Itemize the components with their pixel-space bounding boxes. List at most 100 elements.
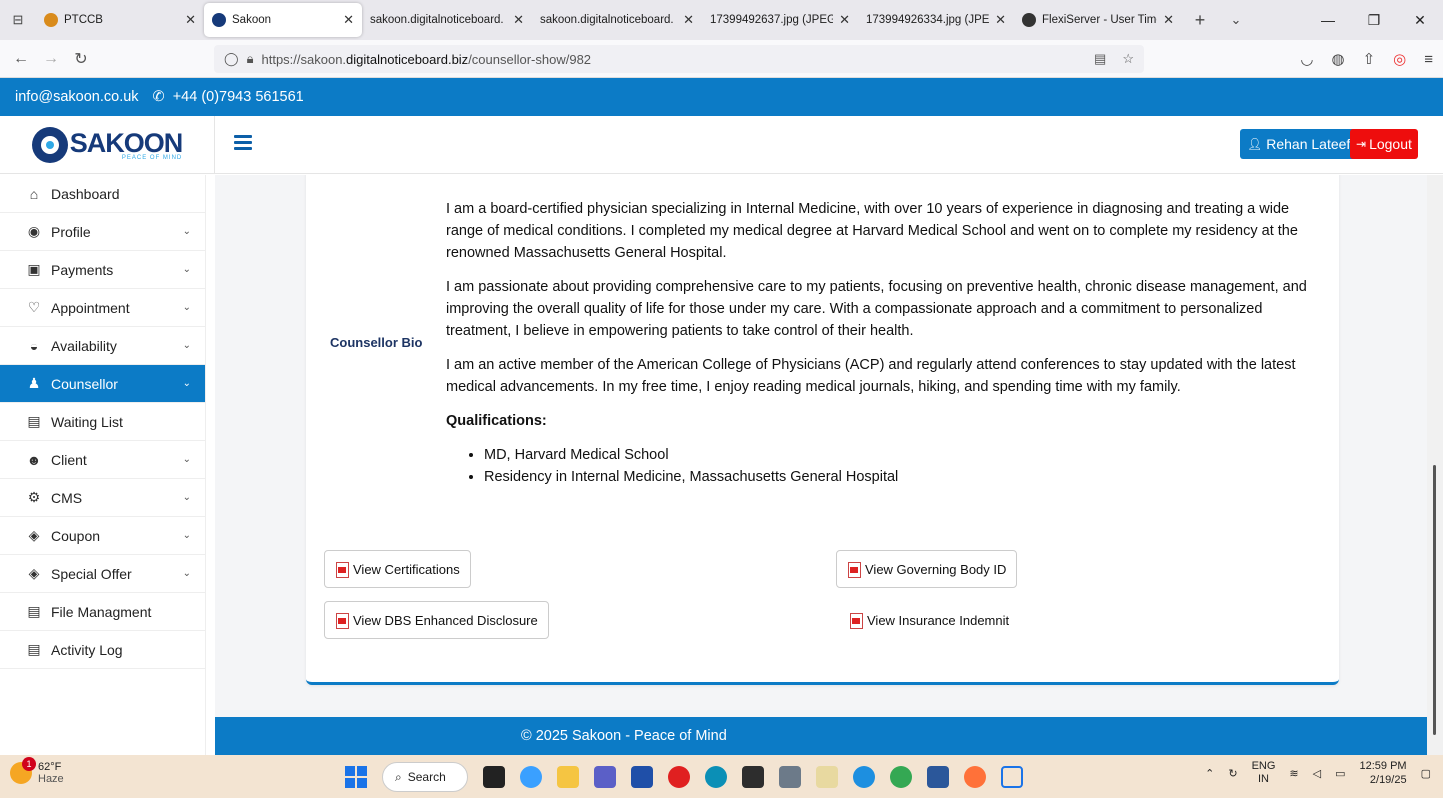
sidebar-item-label: Waiting List [51, 413, 123, 430]
terminal-icon[interactable] [742, 766, 764, 788]
extension-icon[interactable]: ◎ [1393, 50, 1406, 68]
opera-icon[interactable] [668, 766, 690, 788]
taskbar-clock[interactable]: 12:59 PM 2/19/25 [1360, 759, 1407, 787]
browser-tab[interactable]: 17399492637.jpg (JPEG Im ✕ [702, 3, 858, 37]
language-indicator[interactable]: ENG IN [1252, 760, 1276, 786]
close-tab-icon[interactable]: ✕ [995, 12, 1006, 28]
browser-tab[interactable]: 173994926334.jpg (JPEG In ✕ [858, 3, 1014, 37]
pdf-icon [335, 561, 349, 578]
close-window-button[interactable]: ✕ [1397, 12, 1443, 29]
browser-tab[interactable]: sakoon.digitalnoticeboard. ✕ [362, 3, 532, 37]
main-content: Counsellor Bio I am a board-certified ph… [215, 175, 1427, 717]
tab-list-chevron-icon[interactable]: ⌄ [1218, 0, 1254, 40]
qualification-item: Residency in Internal Medicine, Massachu… [484, 466, 1316, 488]
tray-overflow-icon[interactable]: ⌃ [1205, 767, 1214, 780]
skype-icon[interactable] [853, 766, 875, 788]
pocket-icon[interactable]: ◡ [1300, 50, 1313, 68]
minimize-button[interactable]: — [1305, 12, 1351, 28]
user-profile-button[interactable]: 👤︎ Rehan Lateef [1240, 129, 1358, 159]
new-tab-button[interactable]: + [1182, 0, 1218, 40]
weather-sun-icon: 1 [10, 757, 36, 784]
url-bar[interactable]: ◯ 🔒︎ https://sakoon.digitalnoticeboard.b… [214, 45, 1144, 73]
taskbar-search[interactable]: ⌕ Search [382, 762, 468, 792]
sync-icon[interactable]: ↻ [1228, 767, 1237, 780]
sidebar-item-label: Special Offer [51, 565, 132, 582]
close-tab-icon[interactable]: ✕ [185, 12, 196, 28]
sidebar-item-special-offer[interactable]: ◈ Special Offer ⌄ [0, 555, 205, 593]
teams-icon[interactable] [594, 766, 616, 788]
tab-overview-icon[interactable]: ⊟ [0, 0, 36, 40]
document-icon: ▤ [27, 603, 41, 619]
qualifications-heading: Qualifications: [446, 413, 547, 429]
calculator-icon[interactable] [779, 766, 801, 788]
back-icon[interactable]: ← [6, 50, 36, 68]
close-tab-icon[interactable]: ✕ [1163, 12, 1174, 28]
battery-icon[interactable]: ▭ [1335, 767, 1345, 780]
chevron-down-icon: ⌄ [182, 492, 191, 503]
restore-button[interactable]: ❐ [1351, 12, 1397, 29]
sidebar-item-appointment[interactable]: ♡ Appointment ⌄ [0, 289, 205, 327]
browser-tab[interactable]: FlexiServer - User Time ✕ [1014, 3, 1182, 37]
edge-icon[interactable] [705, 766, 727, 788]
view-insurance-indemnity-button[interactable]: View Insurance Indemnit [839, 601, 1020, 639]
hamburger-menu-icon[interactable] [234, 135, 252, 150]
sidebar-item-file-managment[interactable]: ▤ File Managment [0, 593, 205, 631]
reload-icon[interactable]: ↻ [66, 49, 96, 69]
weather-widget[interactable]: 1 62°F Haze [10, 757, 64, 785]
menu-icon[interactable]: ≡ [1424, 51, 1433, 68]
footer-copyright: © 2025 Sakoon - Peace of Mind [521, 728, 727, 744]
pdf-icon [335, 612, 349, 629]
sidebar-item-waiting-list[interactable]: ▤ Waiting List [0, 403, 205, 441]
view-certifications-button[interactable]: View Certifications [324, 550, 471, 588]
region-code: IN [1257, 773, 1269, 785]
browser-tab[interactable]: Sakoon ✕ [204, 3, 362, 37]
firefox-icon[interactable] [964, 766, 986, 788]
sidebar-item-client[interactable]: ☻ Client ⌄ [0, 441, 205, 479]
browser-tab[interactable]: sakoon.digitalnoticeboard. ✕ [532, 3, 702, 37]
sidebar-item-coupon[interactable]: ◈ Coupon ⌄ [0, 517, 205, 555]
snipping-tool-icon[interactable] [1001, 766, 1023, 788]
file-explorer-icon[interactable] [557, 766, 579, 788]
sign-out-icon: ⇥ [1356, 137, 1367, 151]
url-text: https://sakoon.digitalnoticeboard.biz/co… [261, 51, 592, 67]
reader-view-icon[interactable]: ▤ [1094, 51, 1106, 67]
task-view-icon[interactable] [483, 766, 505, 788]
sidebar-item-activity-log[interactable]: ▤ Activity Log [0, 631, 205, 669]
user-circle-icon: ◉ [27, 223, 41, 239]
word-icon[interactable] [927, 766, 949, 788]
bookmark-star-icon[interactable]: ☆ [1122, 51, 1134, 67]
view-governing-body-id-button[interactable]: View Governing Body ID [836, 550, 1018, 588]
forward-icon[interactable]: → [36, 50, 66, 68]
notification-icon[interactable]: ▢ [1421, 767, 1431, 780]
photos-icon[interactable] [816, 766, 838, 788]
wifi-icon[interactable]: ≋ [1289, 767, 1298, 780]
copilot-icon[interactable] [520, 766, 542, 788]
store-icon[interactable] [631, 766, 653, 788]
close-tab-icon[interactable]: ✕ [343, 12, 354, 28]
windows-start-icon[interactable] [345, 766, 367, 788]
contact-email[interactable]: info@sakoon.co.uk [15, 89, 139, 105]
sidebar-item-profile[interactable]: ◉ Profile ⌄ [0, 213, 205, 251]
account-icon[interactable]: ◍ [1331, 50, 1344, 68]
logout-button[interactable]: ⇥ Logout [1350, 129, 1418, 159]
sidebar-item-dashboard[interactable]: ⌂ Dashboard [0, 175, 205, 213]
close-tab-icon[interactable]: ✕ [513, 12, 524, 28]
chrome-icon[interactable] [890, 766, 912, 788]
chevron-down-icon: ⌄ [182, 302, 191, 313]
sakoon-logo[interactable]: SAKOON PEACE OF MIND [0, 116, 215, 174]
sidebar-item-payments[interactable]: ▣ Payments ⌄ [0, 251, 205, 289]
sidebar-item-availability[interactable]: ◒ Availability ⌄ [0, 327, 205, 365]
view-dbs-disclosure-button[interactable]: View DBS Enhanced Disclosure [324, 601, 549, 639]
window-controls: — ❐ ✕ [1305, 0, 1443, 40]
browser-tab[interactable]: PTCCB ✕ [36, 3, 204, 37]
sidebar-item-counsellor[interactable]: ♟ Counsellor ⌄ [0, 365, 205, 403]
contact-phone[interactable]: +44 (0)7943 561561 [173, 89, 304, 105]
page-scrollbar[interactable] [1427, 175, 1443, 755]
volume-icon[interactable]: ◁ [1313, 767, 1321, 780]
close-tab-icon[interactable]: ✕ [683, 12, 694, 28]
sidebar-item-cms[interactable]: ⚙ CMS ⌄ [0, 479, 205, 517]
chevron-down-icon: ⌄ [182, 264, 191, 275]
close-tab-icon[interactable]: ✕ [839, 12, 850, 28]
share-icon[interactable]: ⇧ [1363, 50, 1376, 68]
scrollbar-thumb[interactable] [1433, 465, 1436, 735]
